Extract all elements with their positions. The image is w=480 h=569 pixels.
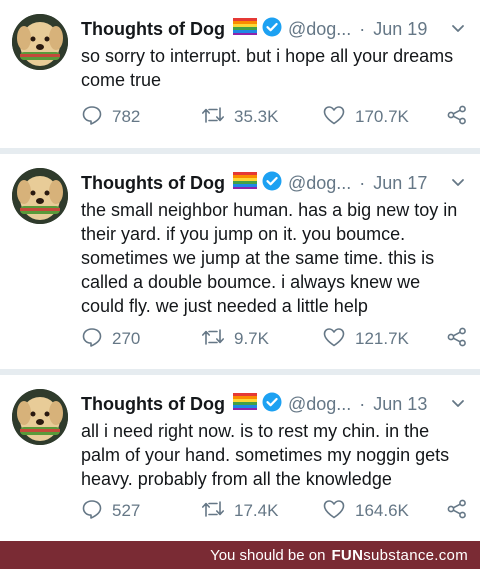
handle[interactable]: @dog... <box>288 19 351 40</box>
avatar[interactable] <box>12 168 68 224</box>
tweet-text: the small neighbor human. has a big new … <box>81 200 458 316</box>
tweet[interactable]: Thoughts of Dog @dog... · Jun 17 the sma… <box>0 154 480 369</box>
separator-dot: · <box>359 172 366 193</box>
handle[interactable]: @dog... <box>288 173 351 194</box>
timestamp[interactable]: Jun 19 <box>373 19 427 40</box>
share-icon <box>446 104 468 131</box>
timestamp[interactable]: Jun 13 <box>373 394 427 415</box>
tweet-text: all i need right now. is to rest my chin… <box>81 421 450 489</box>
reply-icon <box>81 326 103 353</box>
like-button[interactable]: 121.7K <box>322 325 409 353</box>
avatar[interactable] <box>12 14 68 70</box>
verified-badge-icon <box>262 392 282 417</box>
tweet-actions: 270 9.7K 121.7K <box>81 325 468 353</box>
retweet-icon <box>201 104 225 131</box>
tweet[interactable]: Thoughts of Dog @dog... · Jun 13 all i n… <box>0 375 480 541</box>
chevron-down-icon[interactable] <box>450 20 466 41</box>
like-count: 170.7K <box>355 107 409 126</box>
chevron-down-icon[interactable] <box>450 395 466 416</box>
share-button[interactable] <box>446 497 468 525</box>
tweet-actions: 782 35.3K 170.7K <box>81 103 468 131</box>
like-count: 121.7K <box>355 329 409 348</box>
retweet-count: 35.3K <box>234 107 279 126</box>
retweet-count: 9.7K <box>234 329 269 348</box>
retweet-icon <box>201 326 225 353</box>
retweet-icon <box>201 498 225 525</box>
like-icon <box>322 104 346 131</box>
reply-count: 782 <box>112 107 141 126</box>
display-name[interactable]: Thoughts of Dog <box>81 173 225 194</box>
retweet-button[interactable]: 17.4K <box>201 497 278 525</box>
display-name[interactable]: Thoughts of Dog <box>81 19 225 40</box>
tweet-actions: 527 17.4K 164.6K <box>81 497 468 525</box>
share-icon <box>446 498 468 525</box>
share-icon <box>446 326 468 353</box>
footer-text: You should be on <box>210 546 326 564</box>
footer-brand-rest: substance.com <box>363 546 468 564</box>
share-button[interactable] <box>446 103 468 131</box>
display-name[interactable]: Thoughts of Dog <box>81 394 225 415</box>
verified-badge-icon <box>262 17 282 42</box>
rainbow-flag-icon <box>232 393 257 415</box>
rainbow-flag-icon <box>232 18 257 40</box>
rainbow-flag-icon <box>232 172 257 194</box>
reply-icon <box>81 498 103 525</box>
handle[interactable]: @dog... <box>288 394 351 415</box>
like-button[interactable]: 170.7K <box>322 103 409 131</box>
reply-count: 527 <box>112 501 141 520</box>
avatar[interactable] <box>12 389 68 445</box>
tweet-text: so sorry to interrupt. but i hope all yo… <box>81 46 454 90</box>
chevron-down-icon[interactable] <box>450 174 466 195</box>
separator-dot: · <box>359 18 366 39</box>
footer-brand[interactable]: FUNsubstance.com <box>331 547 468 564</box>
tweet[interactable]: Thoughts of Dog @dog... · Jun 19 so sorr… <box>0 0 480 148</box>
footer-banner[interactable]: You should be on FUNsubstance.com <box>0 541 480 569</box>
share-button[interactable] <box>446 325 468 353</box>
reply-button[interactable]: 270 <box>81 325 140 353</box>
like-count: 164.6K <box>355 501 409 520</box>
reply-button[interactable]: 782 <box>81 103 140 131</box>
like-icon <box>322 326 346 353</box>
reply-count: 270 <box>112 329 141 348</box>
like-button[interactable]: 164.6K <box>322 497 409 525</box>
footer-brand-bold: FUN <box>331 546 364 564</box>
retweet-button[interactable]: 9.7K <box>201 325 269 353</box>
separator-dot: · <box>359 393 366 414</box>
retweet-count: 17.4K <box>234 501 279 520</box>
timestamp[interactable]: Jun 17 <box>373 173 427 194</box>
reply-button[interactable]: 527 <box>81 497 140 525</box>
reply-icon <box>81 104 103 131</box>
verified-badge-icon <box>262 171 282 196</box>
retweet-button[interactable]: 35.3K <box>201 103 278 131</box>
like-icon <box>322 498 346 525</box>
